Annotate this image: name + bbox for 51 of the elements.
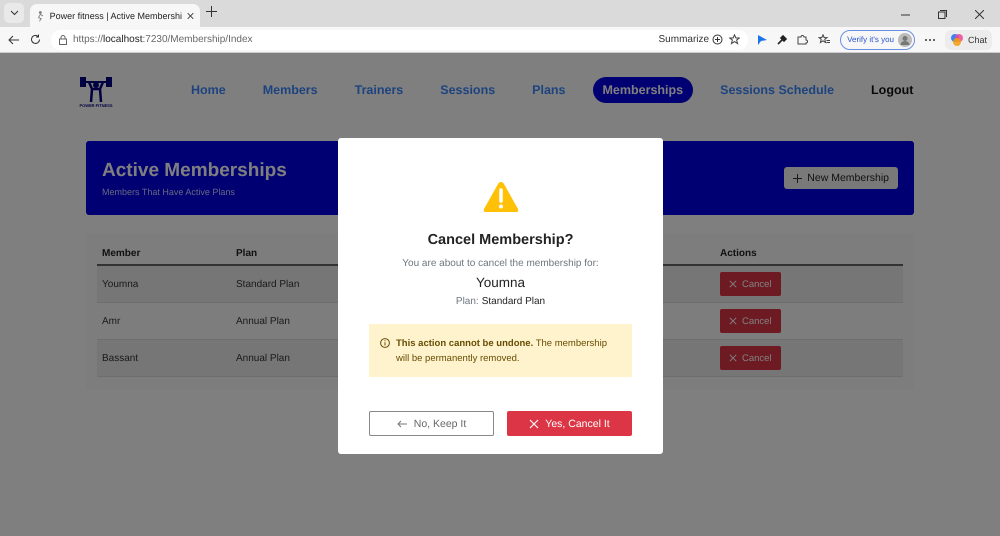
copilot-icon [950, 32, 964, 46]
figure-icon [36, 10, 45, 22]
keep-button[interactable]: No, Keep It [369, 411, 494, 436]
page-subtitle: Members That Have Active Plans [102, 186, 236, 196]
nav-link[interactable]: Sessions Schedule [710, 77, 844, 103]
lock-icon [59, 34, 67, 44]
close-icon [729, 280, 737, 288]
cancel-button[interactable]: Cancel [720, 272, 781, 296]
member-name: Youmna [476, 275, 526, 290]
play-icon[interactable] [758, 34, 768, 44]
browser-tab[interactable]: Power fitness | Active Membershi [30, 4, 200, 27]
address-bar[interactable]: https://localhost:7230/Membership/Index Summarize [51, 30, 748, 50]
back-icon[interactable] [8, 34, 20, 44]
nav-link[interactable]: Sessions [430, 77, 506, 103]
close-icon [729, 354, 737, 362]
cancel-button[interactable]: Cancel [720, 309, 781, 333]
nav-link[interactable]: Trainers [344, 77, 414, 103]
nav-link[interactable]: Members [252, 77, 328, 103]
table-cell: Youmna [97, 266, 231, 303]
nav-link[interactable]: Logout [861, 77, 924, 103]
nav-link[interactable]: Memberships [592, 77, 694, 103]
star-icon[interactable] [729, 34, 740, 45]
restore-icon[interactable] [938, 10, 947, 19]
info-icon [380, 338, 390, 348]
minimize-icon[interactable] [901, 14, 910, 16]
favorites-icon[interactable] [818, 34, 830, 45]
chat-button[interactable]: Chat [944, 30, 992, 50]
page-title: Active Memberships [102, 160, 287, 182]
warning-icon [482, 180, 520, 214]
close-icon [529, 418, 540, 428]
reload-icon[interactable] [30, 34, 41, 45]
new-membership-button[interactable]: New Membership [784, 167, 898, 189]
cancel-button[interactable]: Cancel [720, 346, 781, 370]
arrow-left-icon [396, 420, 408, 428]
table-cell: Bassant [97, 340, 231, 377]
nav-link[interactable]: Plans [522, 77, 576, 103]
close-icon [729, 317, 737, 325]
verify-button[interactable]: Verify it's you [840, 30, 915, 50]
close-icon[interactable] [975, 10, 984, 19]
puzzle-icon[interactable] [797, 34, 808, 45]
plus-icon [793, 174, 802, 182]
confirm-button[interactable]: Yes, Cancel It [507, 411, 632, 436]
avatar-icon [898, 32, 912, 46]
nav-link[interactable]: Home [181, 77, 236, 103]
warning-text: This action cannot be undone. The membership will be permanently removed. [396, 337, 608, 366]
close-icon [187, 12, 194, 20]
tab-list-button[interactable] [4, 3, 24, 23]
summarize-button[interactable]: Summarize [658, 34, 724, 45]
chevron-down-icon [10, 10, 18, 16]
dialog-message: You are about to cancel the membership for: [402, 258, 599, 269]
plus-icon [206, 6, 217, 17]
